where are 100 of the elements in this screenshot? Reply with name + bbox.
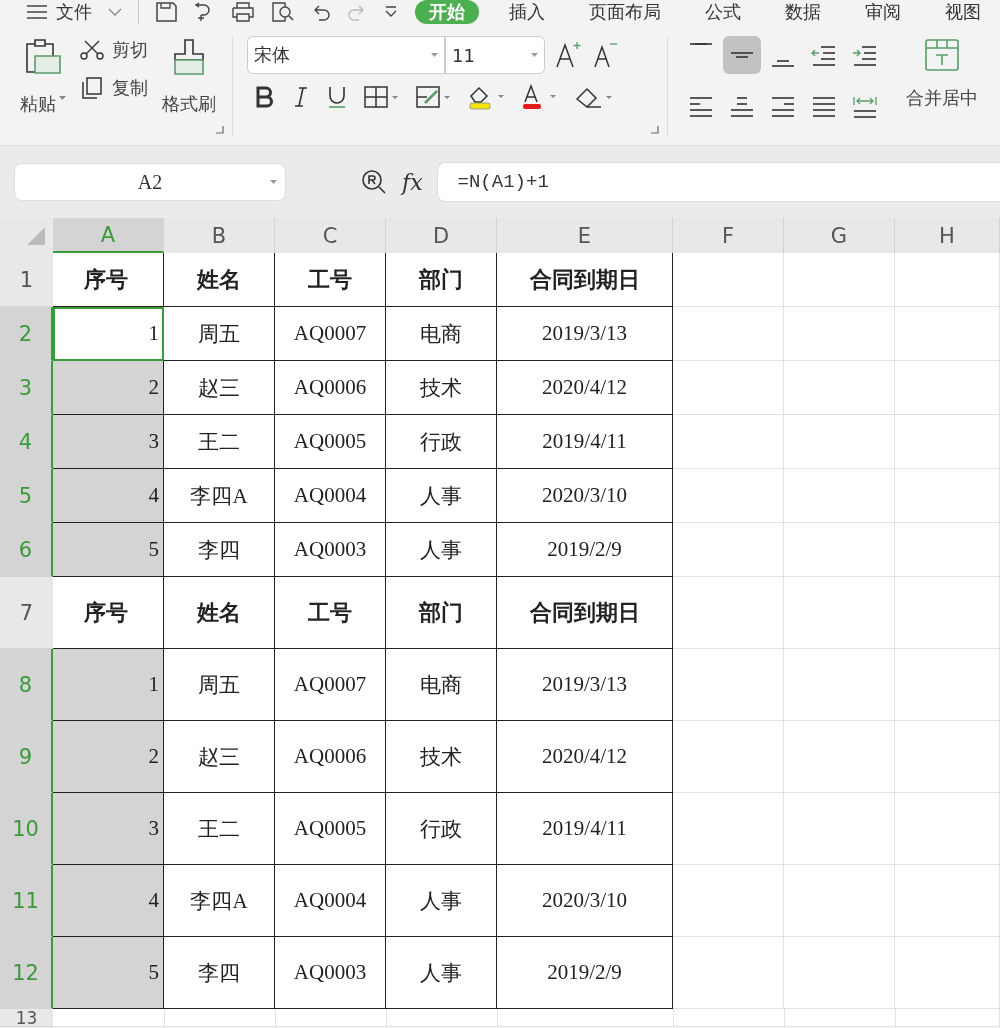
ribbon-tab[interactable]: 审阅 — [851, 0, 915, 24]
table-cell: 1 — [53, 307, 164, 361]
zoom-icon[interactable] — [360, 168, 388, 196]
scissors-icon — [80, 40, 104, 60]
table-cell: 2 — [53, 361, 164, 415]
table-cell: 4 — [53, 469, 164, 523]
table-cell: 人事 — [386, 469, 497, 523]
caret-icon — [431, 52, 438, 58]
table-cell: 5 — [53, 937, 164, 1009]
row-header[interactable]: 7 — [0, 577, 53, 649]
caret-icon — [531, 52, 538, 58]
column-header[interactable]: C — [275, 218, 386, 253]
format-painter-button[interactable]: 格式刷 — [156, 36, 222, 136]
column-header[interactable]: H — [895, 218, 1000, 253]
merge-center-button[interactable]: 合并居中 — [900, 36, 984, 136]
eraser-icon[interactable] — [573, 85, 613, 109]
fill-color-icon[interactable] — [467, 84, 505, 110]
font-name-field[interactable]: 宋体 — [247, 36, 445, 74]
align-top-icon — [688, 42, 714, 46]
table-cell: AQ0005 — [275, 793, 386, 865]
clipboard-icon — [23, 38, 63, 76]
column-title: 合同到期日 — [497, 253, 673, 307]
table-cell: 技术 — [386, 721, 497, 793]
table-cell: 李四 — [164, 523, 275, 577]
column-title: 部门 — [386, 253, 497, 307]
file-menu[interactable]: 文件 — [56, 0, 92, 24]
table-cell: AQ0005 — [275, 415, 386, 469]
table-cell: 人事 — [386, 523, 497, 577]
ribbon-tab[interactable]: 视图 — [931, 0, 995, 24]
table-cell: 赵三 — [164, 721, 275, 793]
ribbon-tab[interactable]: 页面布局 — [575, 0, 675, 24]
column-header[interactable]: D — [386, 218, 497, 253]
table-cell: 3 — [53, 415, 164, 469]
column-title: 姓名 — [164, 577, 275, 649]
row-header[interactable]: 1 — [0, 253, 53, 307]
table-cell: AQ0003 — [275, 523, 386, 577]
align-distributed-icon — [852, 95, 878, 119]
column-title: 姓名 — [164, 253, 275, 307]
table-cell: AQ0007 — [275, 649, 386, 721]
table-cell: 3 — [53, 793, 164, 865]
font-size-field[interactable]: 11 — [445, 36, 545, 74]
row-header[interactable]: 13 — [0, 1009, 53, 1027]
column-title: 工号 — [275, 253, 386, 307]
table-cell: 技术 — [386, 361, 497, 415]
table-cell: 周五 — [164, 649, 275, 721]
table-cell: 2020/3/10 — [497, 469, 673, 523]
copy-button[interactable]: 复制 — [80, 76, 148, 100]
table-cell: 2020/4/12 — [497, 721, 673, 793]
table-cell: 李四 — [164, 937, 275, 1009]
bold-icon[interactable] — [255, 86, 275, 108]
table-cell: 4 — [53, 865, 164, 937]
table-cell: 人事 — [386, 937, 497, 1009]
table-cell: 行政 — [386, 415, 497, 469]
print-icon[interactable] — [231, 2, 255, 22]
column-title: 部门 — [386, 577, 497, 649]
column-header[interactable]: F — [673, 218, 784, 253]
name-box[interactable]: A2 — [14, 163, 286, 201]
merge-cells-icon — [924, 38, 960, 72]
table-cell: 2019/4/11 — [497, 793, 673, 865]
column-header[interactable]: B — [164, 218, 275, 253]
column-header[interactable]: G — [784, 218, 895, 253]
align-left-icon — [688, 96, 714, 118]
table-cell: 2019/3/13 — [497, 649, 673, 721]
underline-icon[interactable] — [327, 85, 347, 109]
cut-button[interactable]: 剪切 — [80, 38, 148, 62]
align-justify-icon — [811, 96, 837, 118]
ribbon-tab[interactable]: 数据 — [771, 0, 835, 24]
table-cell: 李四A — [164, 469, 275, 523]
print-preview-icon[interactable] — [271, 2, 295, 22]
caret-icon — [270, 179, 277, 185]
align-outdent-icon — [811, 43, 837, 67]
table-cell: 2019/2/9 — [497, 937, 673, 1009]
table-cell: 周五 — [164, 307, 275, 361]
table-cell: 5 — [53, 523, 164, 577]
font-color-icon[interactable] — [521, 84, 557, 110]
caret-icon — [59, 96, 66, 101]
copy-icon — [80, 76, 104, 100]
column-header[interactable]: E — [497, 218, 673, 253]
ribbon-tab[interactable]: 公式 — [691, 0, 755, 24]
chevron-down-icon[interactable] — [108, 7, 122, 17]
table-cell: 1 — [53, 649, 164, 721]
table-cell: 王二 — [164, 793, 275, 865]
table-cell: 2019/2/9 — [497, 523, 673, 577]
table-cell: AQ0006 — [275, 721, 386, 793]
ribbon-tab[interactable]: 插入 — [495, 0, 559, 24]
paste-button[interactable]: 粘贴 — [14, 36, 72, 136]
borders-icon[interactable] — [363, 85, 399, 109]
table-cell: 2019/3/13 — [497, 307, 673, 361]
table-cell: 2020/4/12 — [497, 361, 673, 415]
cell-style-icon[interactable] — [415, 85, 451, 109]
column-title: 合同到期日 — [497, 577, 673, 649]
formula-field[interactable]: =N(A1)+1 — [436, 162, 1000, 202]
menu-icon[interactable] — [26, 4, 48, 20]
function-label[interactable]: fx — [402, 169, 423, 195]
increase-font-icon[interactable] — [555, 41, 583, 69]
alignment-button[interactable] — [723, 36, 761, 74]
brush-icon — [171, 38, 207, 76]
save-icon[interactable] — [155, 2, 177, 22]
table-cell: AQ0006 — [275, 361, 386, 415]
table-cell: 人事 — [386, 865, 497, 937]
